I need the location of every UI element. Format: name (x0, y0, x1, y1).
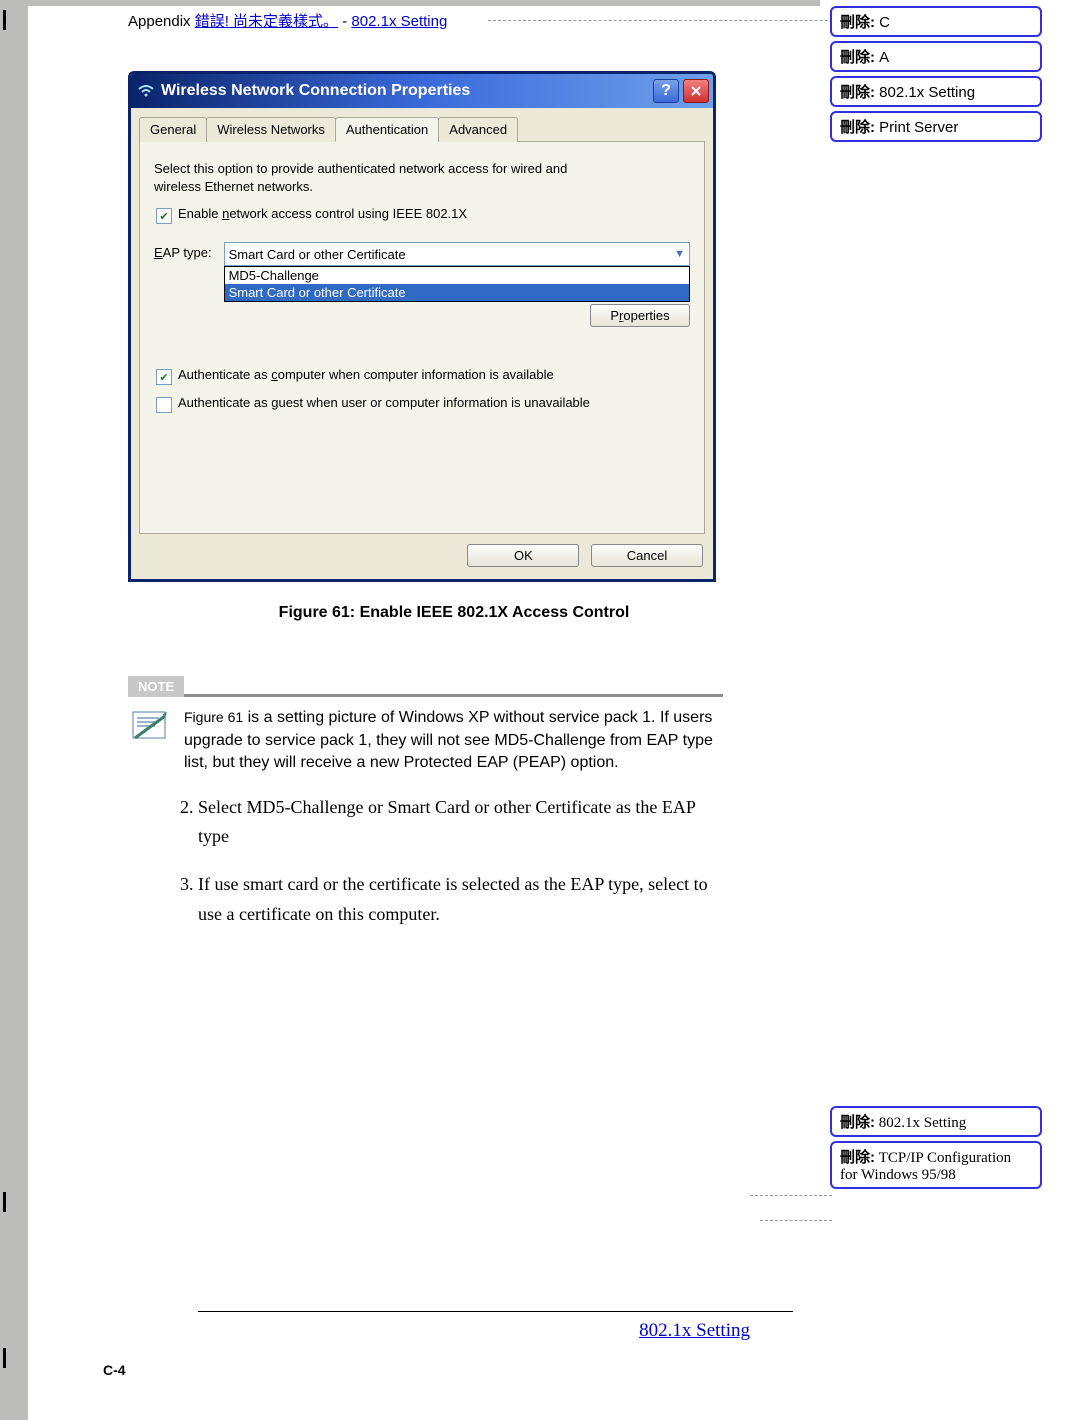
checkbox-checked-icon: ✔ (156, 369, 172, 385)
step-3: If use smart card or the certificate is … (198, 870, 708, 929)
header-leader-line (488, 20, 888, 21)
callout-leader (760, 1220, 832, 1221)
note-text: Figure 61 is a setting picture of Window… (184, 707, 723, 774)
note-divider (128, 694, 723, 697)
close-button[interactable] (683, 79, 709, 103)
eap-option-md5[interactable]: MD5-Challenge (225, 267, 689, 284)
dialog-window: Wireless Network Connection Properties ?… (128, 71, 716, 582)
footer-rule (198, 1311, 793, 1312)
header-link[interactable]: 802.1x Setting (351, 13, 447, 30)
chevron-down-icon: ▼ (674, 248, 685, 260)
note-box: NOTE Figure 61 is a setting picture of W… (128, 676, 723, 774)
dialog-button-row: OK Cancel (131, 534, 713, 579)
checkbox-auth-guest-label: Authenticate as guest when user or compu… (178, 395, 630, 410)
help-button[interactable]: ? (653, 79, 679, 103)
eap-type-combo[interactable]: Smart Card or other Certificate ▼ (224, 242, 690, 266)
callout: 刪除: TCP/IP Configuration for Windows 95/… (830, 1141, 1042, 1189)
change-bar (3, 10, 6, 30)
tab-general[interactable]: General (139, 117, 207, 142)
header-prefix: Appendix (128, 13, 195, 30)
checkbox-auth-guest[interactable]: Authenticate as guest when user or compu… (156, 395, 688, 413)
revision-callouts-bottom: 刪除: 802.1x Setting 刪除: TCP/IP Configurat… (830, 1106, 1042, 1193)
change-bar (3, 1348, 6, 1368)
checkbox-unchecked-icon (156, 397, 172, 413)
checkbox-enable-label: Enable network access control using IEEE… (178, 206, 467, 221)
eap-type-label: EAP type: (154, 242, 212, 260)
properties-button[interactable]: Properties (590, 304, 690, 327)
callout: 刪除: 802.1x Setting (830, 76, 1042, 107)
header-error: 錯誤! 尚未定義樣式。 (195, 13, 338, 30)
step-list: Select MD5-Challenge or Smart Card or ot… (198, 793, 708, 930)
footer-link[interactable]: 802.1x Setting (639, 1320, 750, 1342)
note-icon (128, 707, 170, 745)
dialog-title: Wireless Network Connection Properties (155, 82, 653, 100)
wireless-icon (137, 82, 155, 100)
checkbox-auth-computer-label: Authenticate as computer when computer i… (178, 367, 554, 382)
tab-wireless-networks[interactable]: Wireless Networks (206, 117, 336, 142)
checkbox-auth-computer[interactable]: ✔ Authenticate as computer when computer… (156, 367, 688, 385)
header-sep: - (338, 13, 351, 30)
tab-body: Select this option to provide authentica… (139, 142, 705, 534)
tab-row: General Wireless Networks Authentication… (139, 116, 705, 142)
callout: 刪除: 802.1x Setting (830, 1106, 1042, 1137)
page-header: Appendix 錯誤! 尚未定義樣式。 - 802.1x Setting (128, 6, 780, 31)
callout: 刪除: C (830, 6, 1042, 37)
cancel-button[interactable]: Cancel (591, 544, 703, 567)
page-number: C-4 (103, 1362, 126, 1378)
revision-callouts-top: 刪除: C 刪除: A 刪除: 802.1x Setting 刪除: Print… (830, 6, 1042, 146)
dialog-description: Select this option to provide authentica… (154, 160, 615, 196)
callout: 刪除: Print Server (830, 111, 1042, 142)
callout: 刪除: A (830, 41, 1042, 72)
change-bar (3, 1192, 6, 1212)
step-2: Select MD5-Challenge or Smart Card or ot… (198, 793, 708, 852)
dialog-titlebar[interactable]: Wireless Network Connection Properties ? (131, 74, 713, 108)
tab-advanced[interactable]: Advanced (438, 117, 518, 142)
eap-dropdown: MD5-Challenge Smart Card or other Certif… (224, 266, 690, 302)
eap-option-smartcard[interactable]: Smart Card or other Certificate (225, 284, 689, 301)
figure-caption: Figure 61: Enable IEEE 802.1X Access Con… (128, 604, 780, 622)
eap-selected: Smart Card or other Certificate (229, 247, 406, 262)
checkbox-checked-icon: ✔ (156, 208, 172, 224)
ok-button[interactable]: OK (467, 544, 579, 567)
tab-authentication[interactable]: Authentication (335, 117, 439, 142)
note-badge: NOTE (128, 676, 184, 697)
checkbox-enable-8021x[interactable]: ✔ Enable network access control using IE… (156, 206, 688, 224)
callout-leader (750, 1195, 832, 1196)
